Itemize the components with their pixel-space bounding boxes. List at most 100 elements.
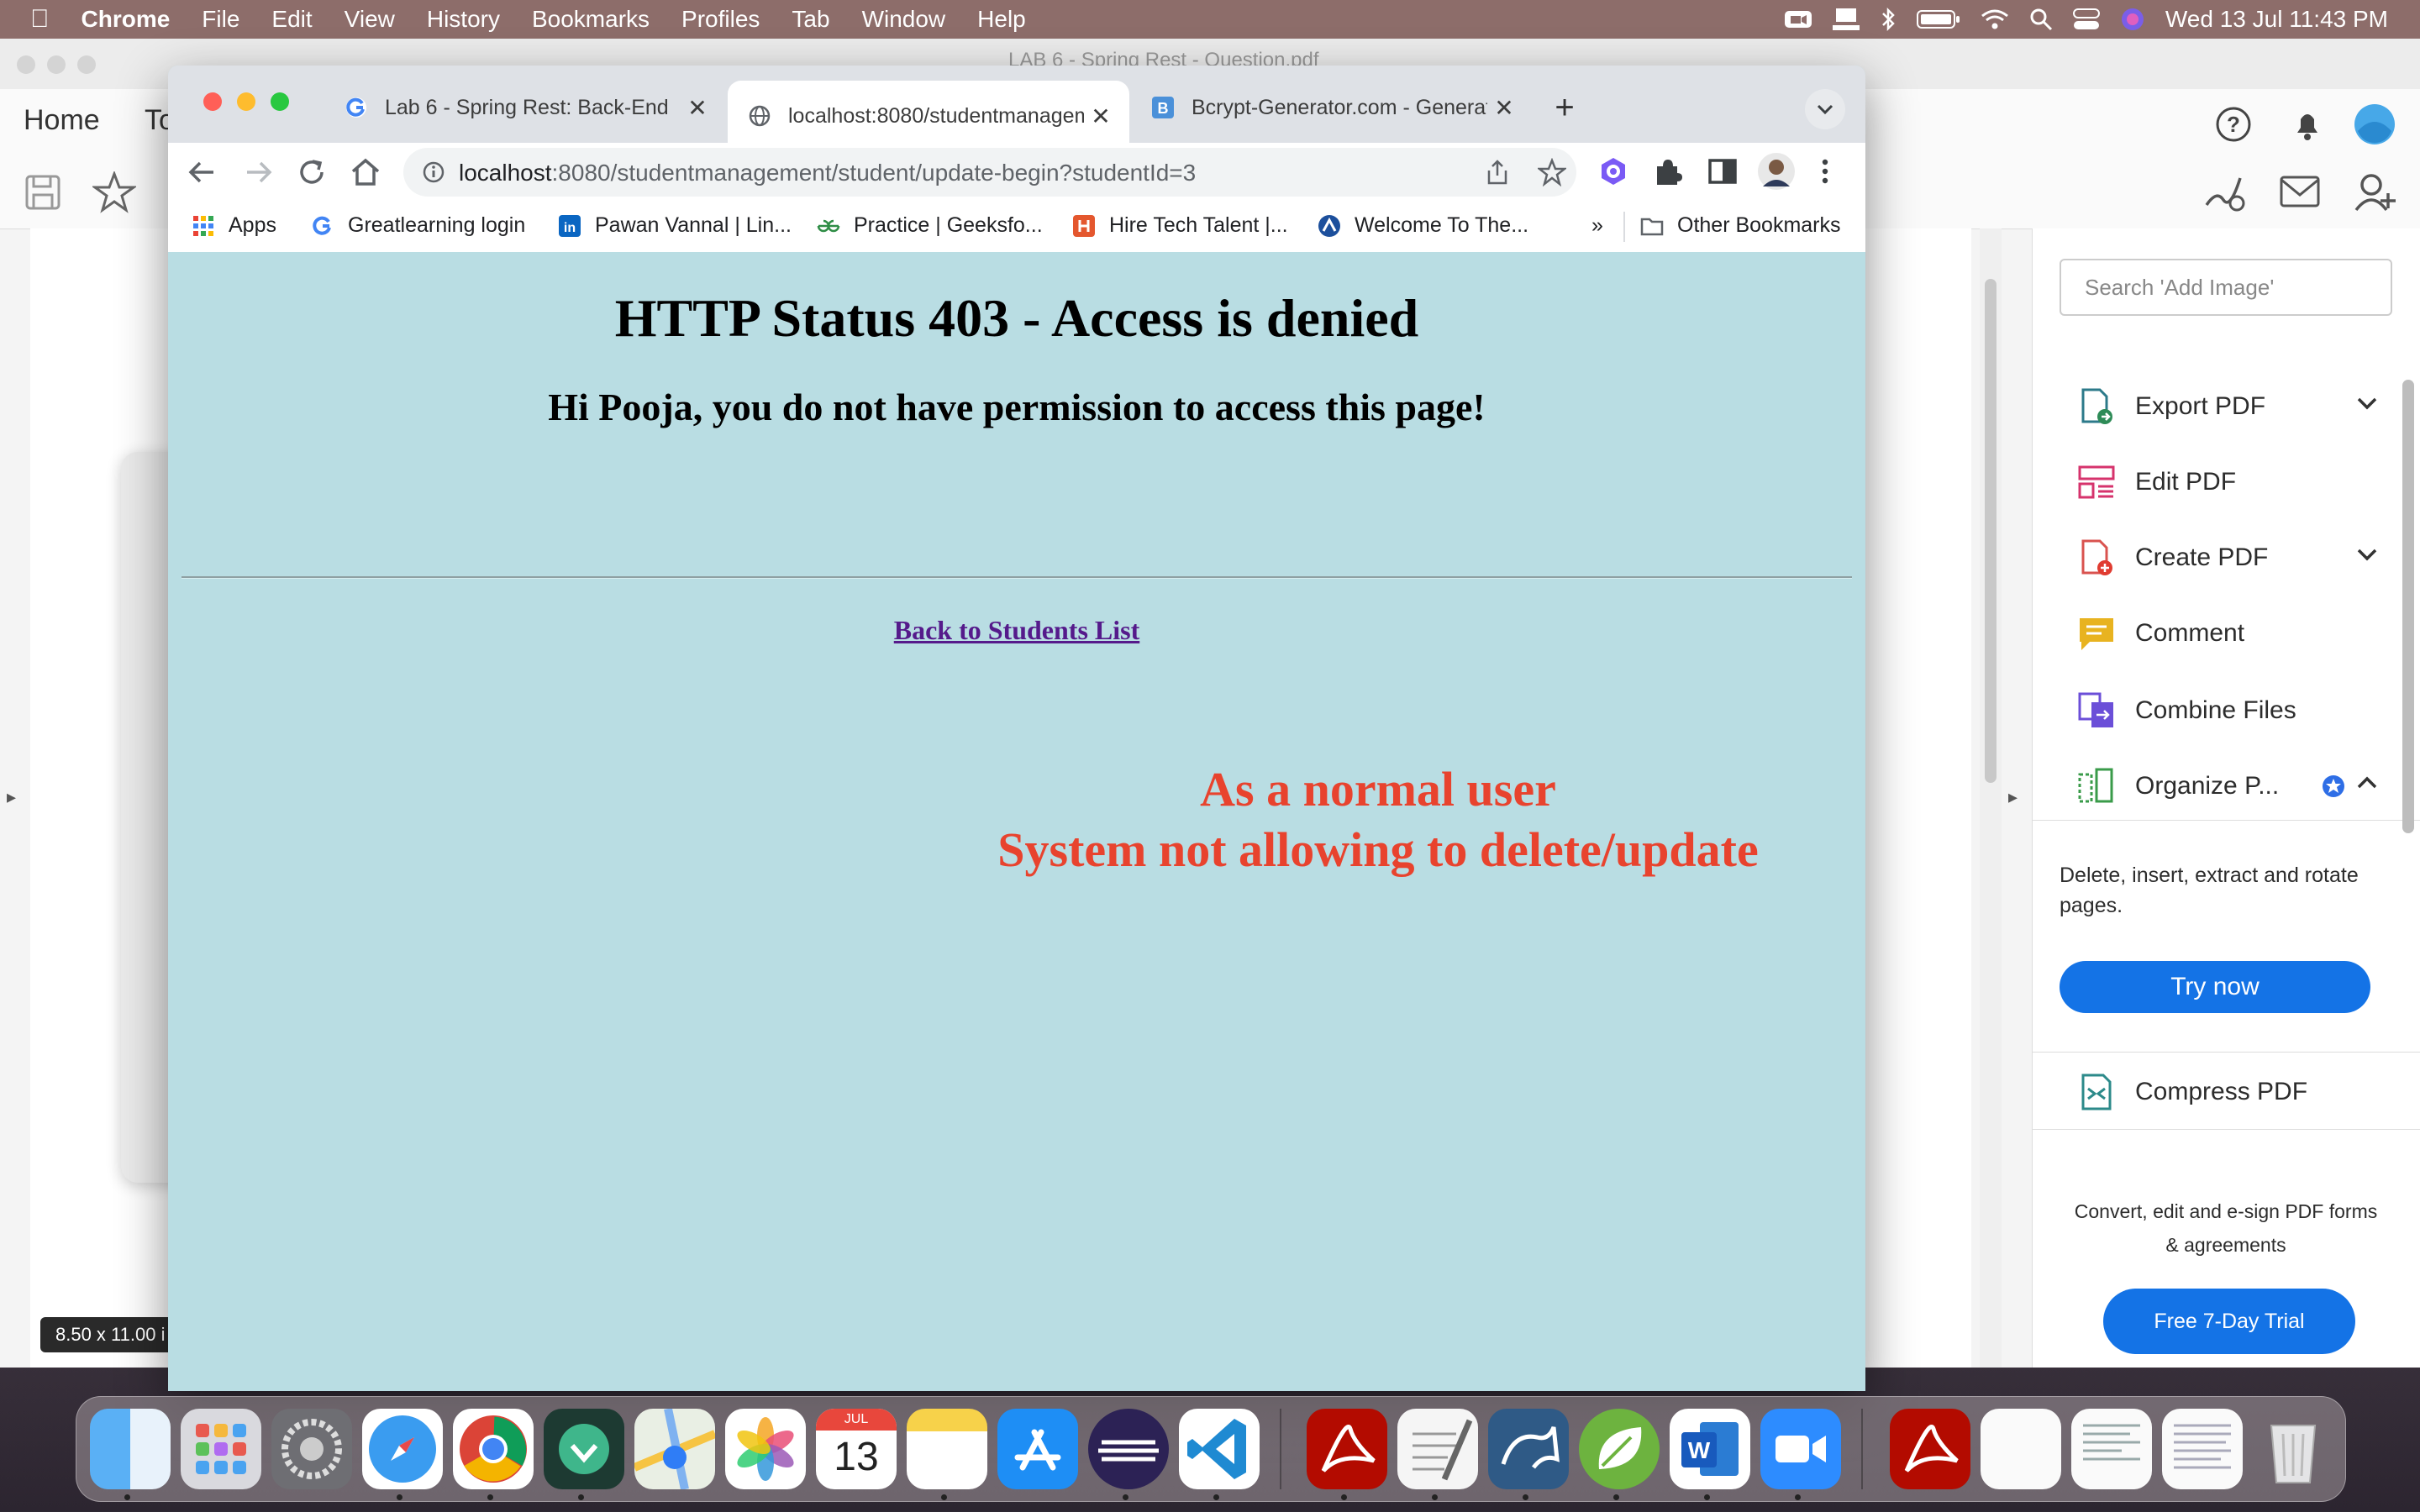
system-preferences-icon[interactable] xyxy=(271,1409,352,1489)
apple-icon[interactable]:  xyxy=(0,0,66,39)
tool-combine-files[interactable]: Combine Files xyxy=(2076,677,2396,744)
launchpad-icon[interactable] xyxy=(181,1409,261,1489)
battery-icon[interactable] xyxy=(1916,8,1960,30)
notifications-bell-icon[interactable] xyxy=(2289,106,2326,143)
tools-search-input[interactable]: Search 'Add Image' xyxy=(2060,259,2392,316)
tab-search-button[interactable] xyxy=(1805,89,1845,129)
bookmark-linkedin[interactable]: in Pawan Vannal | Lin... xyxy=(558,213,792,238)
recent-document-1[interactable] xyxy=(1981,1409,2061,1489)
recent-document-2[interactable] xyxy=(2071,1409,2152,1489)
zoom-app-icon[interactable] xyxy=(1760,1409,1841,1489)
menu-app-name[interactable]: Chrome xyxy=(66,0,187,39)
chevron-down-icon[interactable] xyxy=(2355,395,2379,412)
bookmark-geeksforgeeks[interactable]: Practice | Geeksfo... xyxy=(817,213,1043,238)
free-trial-button[interactable]: Free 7-Day Trial xyxy=(2103,1289,2355,1354)
spotlight-icon[interactable] xyxy=(2029,8,2053,31)
save-icon[interactable] xyxy=(24,173,62,212)
menu-bookmarks[interactable]: Bookmarks xyxy=(516,0,666,39)
calendar-icon[interactable]: JUL 13 xyxy=(816,1409,897,1489)
side-panel-icon[interactable] xyxy=(1706,155,1739,188)
bluetooth-icon[interactable] xyxy=(1880,7,1897,32)
menu-profiles[interactable]: Profiles xyxy=(666,0,776,39)
maps-icon[interactable] xyxy=(634,1409,715,1489)
document-scroll-thumb[interactable] xyxy=(1985,279,1996,783)
chevron-down-icon[interactable] xyxy=(2355,546,2379,563)
tab-localhost[interactable]: localhost:8080/studentmanagement ✕ xyxy=(728,81,1129,151)
new-tab-plus-icon[interactable]: + xyxy=(1543,86,1586,129)
side-panel-scrollbar[interactable] xyxy=(2402,380,2414,833)
acrobat-zoom-light[interactable] xyxy=(77,55,96,74)
menubar-clock[interactable]: Wed 13 Jul 11:43 PM xyxy=(2165,6,2388,33)
share-icon[interactable] xyxy=(1484,159,1511,186)
menu-history[interactable]: History xyxy=(411,0,516,39)
tool-create-pdf[interactable]: Create PDF xyxy=(2076,524,2396,591)
try-now-button[interactable]: Try now xyxy=(2060,961,2370,1013)
share-user-icon[interactable] xyxy=(2353,171,2396,213)
acrobat-icon[interactable] xyxy=(1307,1409,1387,1489)
bookmark-star-icon[interactable] xyxy=(1538,158,1566,186)
close-tab-icon[interactable]: ✕ xyxy=(1487,94,1521,122)
acrobat-close-light[interactable] xyxy=(17,55,35,74)
tool-comment[interactable]: Comment xyxy=(2076,600,2396,667)
textedit-icon[interactable] xyxy=(1397,1409,1478,1489)
chevron-up-icon[interactable] xyxy=(2355,774,2379,791)
control-center-icon[interactable] xyxy=(2072,8,2100,31)
back-arrow-icon[interactable] xyxy=(185,155,220,190)
close-tab-icon[interactable]: ✕ xyxy=(681,94,714,122)
help-icon[interactable]: ? xyxy=(2215,106,2252,143)
finder-icon[interactable] xyxy=(90,1409,171,1489)
menu-tab[interactable]: Tab xyxy=(776,0,845,39)
tool-organize-pages[interactable]: Organize P... xyxy=(2076,753,2396,820)
menu-edit[interactable]: Edit xyxy=(255,0,328,39)
profile-avatar[interactable] xyxy=(1756,151,1797,192)
trash-icon[interactable] xyxy=(2253,1409,2333,1489)
menu-view[interactable]: View xyxy=(329,0,411,39)
display-icon[interactable] xyxy=(1832,7,1860,32)
reload-icon[interactable] xyxy=(294,155,329,190)
eclipse-icon[interactable] xyxy=(1088,1409,1169,1489)
close-tab-icon[interactable]: ✕ xyxy=(1084,102,1118,130)
bookmarks-overflow-icon[interactable]: » xyxy=(1591,213,1603,238)
email-icon[interactable] xyxy=(2279,175,2321,208)
sourcetree-icon[interactable] xyxy=(544,1409,624,1489)
zoom-status-icon[interactable] xyxy=(1784,8,1812,30)
acrobat-minimize-light[interactable] xyxy=(47,55,66,74)
zoom-window-button[interactable] xyxy=(271,92,289,111)
bookmark-other[interactable]: Other Bookmarks xyxy=(1640,213,1841,238)
extensions-puzzle-icon[interactable] xyxy=(1650,155,1684,188)
bookmark-welcome[interactable]: Welcome To The... xyxy=(1318,213,1528,238)
forward-arrow-icon[interactable] xyxy=(240,155,276,190)
left-panel-arrow-icon[interactable]: ▸ xyxy=(7,786,16,808)
vscode-icon[interactable] xyxy=(1179,1409,1260,1489)
site-info-icon[interactable] xyxy=(422,160,445,184)
account-avatar[interactable] xyxy=(2353,102,2396,146)
acrobat-home-tab[interactable]: Home xyxy=(24,104,100,137)
address-bar[interactable]: localhost:8080/studentmanagement/student… xyxy=(403,148,1576,197)
bookmark-apps[interactable]: Apps xyxy=(192,213,276,238)
notes-icon[interactable] xyxy=(907,1409,987,1489)
bookmark-hire-tech[interactable]: Hire Tech Talent |... xyxy=(1072,213,1288,238)
siri-icon[interactable] xyxy=(2120,7,2145,32)
tool-export-pdf[interactable]: Export PDF xyxy=(2076,373,2396,440)
home-icon[interactable] xyxy=(348,155,383,190)
url-text[interactable]: localhost:8080/studentmanagement/student… xyxy=(459,160,1196,186)
bookmark-star-icon[interactable] xyxy=(92,171,136,213)
acrobat-pdf-stack-icon[interactable] xyxy=(1890,1409,1970,1489)
document-scrollbar[interactable] xyxy=(1980,228,2002,1368)
close-window-button[interactable] xyxy=(203,92,222,111)
menu-window[interactable]: Window xyxy=(846,0,962,39)
tab-lab6[interactable]: Lab 6 - Spring Rest: Back-End ✕ xyxy=(324,81,726,134)
wifi-icon[interactable] xyxy=(1981,8,2009,30)
app-store-icon[interactable] xyxy=(997,1409,1078,1489)
kebab-menu-icon[interactable] xyxy=(1817,155,1833,188)
right-panel-arrow-icon[interactable]: ▸ xyxy=(2008,786,2018,808)
sign-icon[interactable] xyxy=(2203,171,2249,213)
safari-icon[interactable] xyxy=(362,1409,443,1489)
recent-document-3[interactable] xyxy=(2162,1409,2243,1489)
tab-bcrypt[interactable]: B Bcrypt-Generator.com - Generate ✕ xyxy=(1131,81,1533,134)
back-link-text[interactable]: Back to Students List xyxy=(894,615,1140,645)
tool-edit-pdf[interactable]: Edit PDF xyxy=(2076,449,2396,516)
mysql-workbench-icon[interactable] xyxy=(1488,1409,1569,1489)
tool-compress-pdf[interactable]: Compress PDF xyxy=(2076,1058,2396,1126)
spring-tools-icon[interactable] xyxy=(1579,1409,1660,1489)
